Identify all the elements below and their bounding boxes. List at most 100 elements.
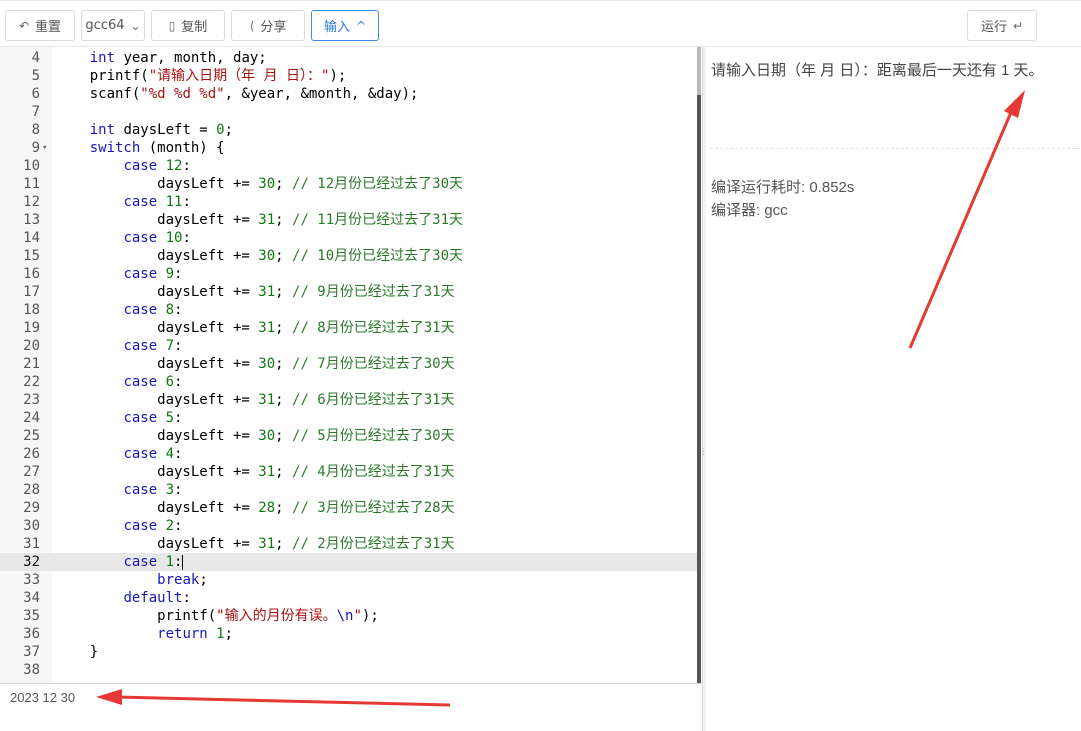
code-line[interactable]: 17 daysLeft += 31; // 9月份已经过去了31天	[0, 283, 700, 301]
code-line[interactable]: 11 daysLeft += 30; // 12月份已经过去了30天	[0, 175, 700, 193]
code-line[interactable]: 27 daysLeft += 31; // 4月份已经过去了31天	[0, 463, 700, 481]
run-button[interactable]: 运行 ↵	[967, 10, 1037, 41]
share-button[interactable]: ⟨ 分享	[231, 10, 305, 41]
code-line[interactable]: 28 case 3:	[0, 481, 700, 499]
code-line[interactable]: 15 daysLeft += 30; // 10月份已经过去了30天	[0, 247, 700, 265]
code-editor[interactable]: 4 int year, month, day; 5 printf("请输入日期（年…	[0, 47, 700, 683]
code-line[interactable]: 14 case 10:	[0, 229, 700, 247]
code-token: 30	[258, 248, 276, 264]
code-token: 30	[258, 356, 276, 372]
reset-button[interactable]: ↶ 重置	[5, 10, 75, 41]
code-line[interactable]: 13 daysLeft += 31; // 11月份已经过去了31天	[0, 211, 700, 229]
code-line[interactable]: 21 daysLeft += 30; // 7月份已经过去了30天	[0, 355, 700, 373]
stdin-input[interactable]: 2023 12 30	[10, 690, 75, 705]
code-line[interactable]: 26 case 4:	[0, 445, 700, 463]
code-line[interactable]: 33 break;	[0, 571, 700, 589]
code-line[interactable]: 7	[0, 103, 700, 121]
compiler-label: gcc64	[85, 18, 125, 33]
code-line[interactable]: 24 case 5:	[0, 409, 700, 427]
code-line[interactable]: 19 daysLeft += 31; // 8月份已经过去了31天	[0, 319, 700, 337]
code-text: switch (month) {	[56, 139, 225, 157]
code-line[interactable]: 35 printf("输入的月份有误。\n");	[0, 607, 700, 625]
code-text: daysLeft += 31; // 11月份已经过去了31天	[56, 211, 463, 229]
code-line[interactable]: 31 daysLeft += 31; // 2月份已经过去了31天	[0, 535, 700, 553]
code-line[interactable]: 8 int daysLeft = 0;	[0, 121, 700, 139]
code-text: printf("输入的月份有误。\n");	[56, 607, 379, 625]
input-toggle-button[interactable]: 输入 ^	[311, 10, 379, 41]
line-number: 18	[23, 302, 40, 318]
compiler-select[interactable]: gcc64 ⌄	[81, 10, 145, 41]
code-token: :	[174, 554, 183, 570]
code-line[interactable]: 22 case 6:	[0, 373, 700, 391]
code-token: // 10月份已经过去了30天	[292, 248, 464, 264]
code-text: daysLeft += 31; // 2月份已经过去了31天	[56, 535, 455, 553]
code-token: :	[174, 302, 183, 318]
code-line[interactable]: 34 default:	[0, 589, 700, 607]
code-text: }	[56, 643, 98, 661]
code-token: daysLeft +=	[56, 464, 259, 480]
code-text: int daysLeft = 0;	[56, 121, 233, 139]
code-line[interactable]: 4 int year, month, day;	[0, 49, 700, 67]
copy-button[interactable]: ▯ 复制	[151, 10, 225, 41]
code-text: case 1:	[56, 553, 184, 571]
code-line[interactable]: 10 case 12:	[0, 157, 700, 175]
editor-scrollbar-track[interactable]	[697, 47, 701, 683]
code-token: 1	[216, 626, 225, 642]
line-number: 34	[23, 590, 40, 606]
code-token: switch	[89, 140, 141, 156]
line-number: 8	[31, 122, 40, 138]
line-number: 37	[23, 644, 40, 660]
code-line[interactable]: 29 daysLeft += 28; // 3月份已经过去了28天	[0, 499, 700, 517]
code-line[interactable]: 30 case 2:	[0, 517, 700, 535]
stdin-panel[interactable]: 2023 12 30	[0, 683, 702, 731]
line-number: 9	[31, 140, 40, 156]
line-number: 20	[23, 338, 40, 354]
code-line[interactable]: 25 daysLeft += 30; // 5月份已经过去了30天	[0, 427, 700, 445]
code-line[interactable]: 20 case 7:	[0, 337, 700, 355]
code-token: // 4月份已经过去了31天	[292, 464, 455, 480]
code-token: "请输入日期（年 月 日）："	[148, 68, 330, 84]
code-token: 5	[165, 410, 175, 426]
code-line[interactable]: 18 case 8:	[0, 301, 700, 319]
code-token: ;	[275, 320, 293, 336]
code-text: daysLeft += 30; // 10月份已经过去了30天	[56, 247, 463, 265]
code-line[interactable]: 16 case 9:	[0, 265, 700, 283]
line-number: 31	[23, 536, 40, 552]
code-token: 0	[216, 122, 225, 138]
code-token: daysLeft +=	[56, 284, 259, 300]
code-line[interactable]: 12 case 11:	[0, 193, 700, 211]
line-number: 17	[23, 284, 40, 300]
code-token: ;	[275, 284, 293, 300]
code-text: case 7:	[56, 337, 182, 355]
code-line[interactable]: 32 case 1:	[0, 553, 700, 571]
code-line[interactable]: 5 printf("请输入日期（年 月 日）：");	[0, 67, 700, 85]
code-token: 3	[165, 482, 175, 498]
code-token: ;	[275, 356, 293, 372]
code-line[interactable]: 23 daysLeft += 31; // 6月份已经过去了31天	[0, 391, 700, 409]
code-text: case 8:	[56, 301, 182, 319]
line-number: 38	[23, 662, 40, 678]
line-number: 21	[23, 356, 40, 372]
code-token: // 7月份已经过去了30天	[292, 356, 455, 372]
code-token: ;	[275, 176, 293, 192]
code-token: // 2月份已经过去了31天	[292, 536, 455, 552]
code-token: ;	[275, 500, 293, 516]
code-line[interactable]: 6 scanf("%d %d %d", &year, &month, &day)…	[0, 85, 700, 103]
code-line[interactable]: 9 ▾ switch (month) {	[0, 139, 700, 157]
line-number: 23	[23, 392, 40, 408]
code-token: case	[123, 230, 158, 246]
code-line[interactable]: 38	[0, 661, 700, 679]
resize-grip-icon[interactable]: · · ·	[702, 445, 705, 461]
code-line[interactable]: 36 return 1;	[0, 625, 700, 643]
fold-arrow-icon[interactable]: ▾	[42, 139, 47, 157]
code-token: // 5月份已经过去了30天	[292, 428, 455, 444]
code-token: "%d %d %d"	[140, 86, 225, 102]
editor-scrollbar-thumb[interactable]	[697, 47, 701, 95]
code-line[interactable]: 37 }	[0, 643, 700, 661]
